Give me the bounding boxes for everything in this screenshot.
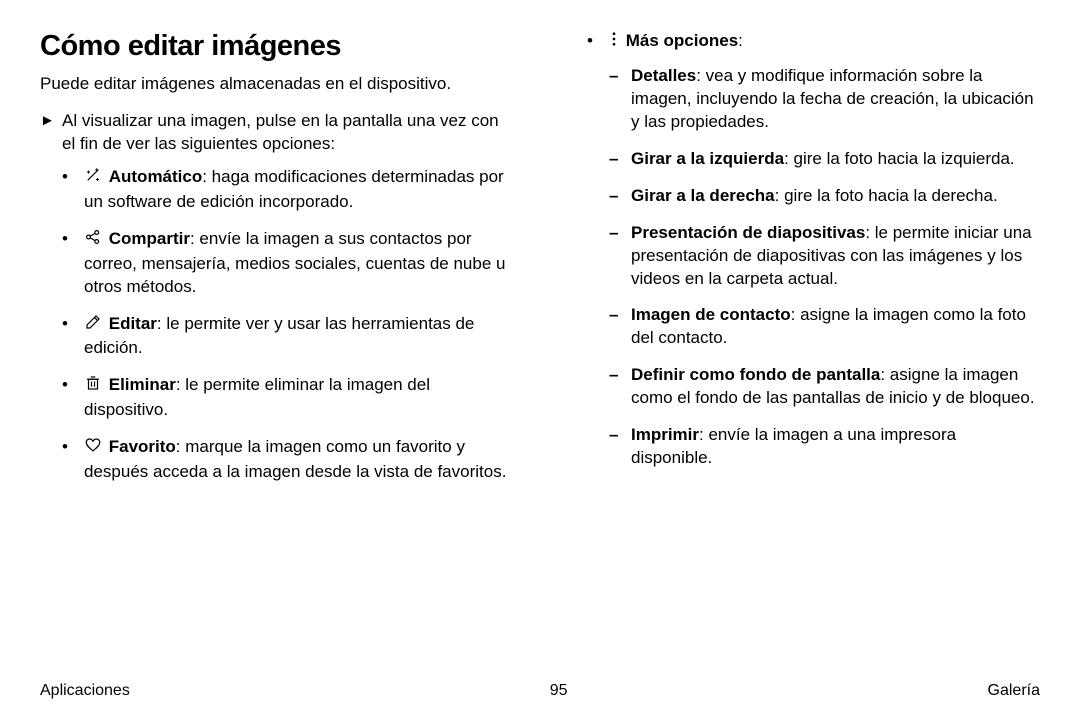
share-icon bbox=[84, 228, 102, 253]
manual-page: Cómo editar imágenes Puede editar imágen… bbox=[0, 0, 1080, 720]
pencil-icon bbox=[84, 313, 102, 338]
subitem-details: Detalles: vea y modifique información so… bbox=[609, 65, 1040, 134]
more-options-sublist: Detalles: vea y modifique información so… bbox=[609, 65, 1040, 470]
left-column: Cómo editar imágenes Puede editar imágen… bbox=[40, 30, 515, 672]
footer-section-left: Aplicaciones bbox=[40, 682, 130, 700]
option-auto: Automático: haga modificaciones determin… bbox=[40, 166, 515, 214]
play-arrow-icon: ► bbox=[40, 110, 62, 156]
subitem-slideshow: Presentación de diapositivas: le permite… bbox=[609, 222, 1040, 291]
instruction-step: ► Al visualizar una imagen, pulse en la … bbox=[40, 110, 515, 156]
option-edit: Editar: le permite ver y usar las herram… bbox=[40, 313, 515, 361]
right-column: Más opciones: Detalles: vea y modifique … bbox=[565, 30, 1040, 672]
option-label: Compartir bbox=[109, 229, 190, 248]
option-share: Compartir: envíe la imagen a sus contact… bbox=[40, 228, 515, 299]
heart-icon bbox=[84, 436, 102, 461]
footer-section-right: Galería bbox=[988, 682, 1040, 700]
option-label: Editar bbox=[109, 314, 157, 333]
option-label: Eliminar bbox=[109, 375, 176, 394]
option-label: Automático bbox=[109, 167, 203, 186]
options-list: Automático: haga modificaciones determin… bbox=[40, 166, 515, 498]
footer-page-number: 95 bbox=[550, 682, 568, 700]
option-label: Más opciones bbox=[626, 31, 738, 50]
option-delete: Eliminar: le permite eliminar la imagen … bbox=[40, 374, 515, 422]
trash-icon bbox=[84, 374, 102, 399]
subitem-contact-image: Imagen de contacto: asigne la imagen com… bbox=[609, 304, 1040, 350]
subitem-rotate-left: Girar a la izquierda: gire la foto hacia… bbox=[609, 148, 1040, 171]
page-footer: Aplicaciones 95 Galería bbox=[40, 672, 1040, 700]
option-label: Favorito bbox=[109, 437, 176, 456]
option-more: Más opciones: Detalles: vea y modifique … bbox=[565, 30, 1040, 470]
options-list-continued: Más opciones: Detalles: vea y modifique … bbox=[565, 30, 1040, 484]
option-text: : bbox=[738, 31, 743, 50]
option-favorite: Favorito: marque la imagen como un favor… bbox=[40, 436, 515, 484]
two-column-layout: Cómo editar imágenes Puede editar imágen… bbox=[40, 30, 1040, 672]
subitem-rotate-right: Girar a la derecha: gire la foto hacia l… bbox=[609, 185, 1040, 208]
more-vertical-icon bbox=[609, 30, 619, 55]
subitem-wallpaper: Definir como fondo de pantalla: asigne l… bbox=[609, 364, 1040, 410]
intro-text: Puede editar imágenes almacenadas en el … bbox=[40, 73, 515, 96]
page-title: Cómo editar imágenes bbox=[40, 30, 515, 63]
auto-enhance-icon bbox=[84, 166, 102, 191]
step-text: Al visualizar una imagen, pulse en la pa… bbox=[62, 110, 515, 156]
subitem-print: Imprimir: envíe la imagen a una impresor… bbox=[609, 424, 1040, 470]
